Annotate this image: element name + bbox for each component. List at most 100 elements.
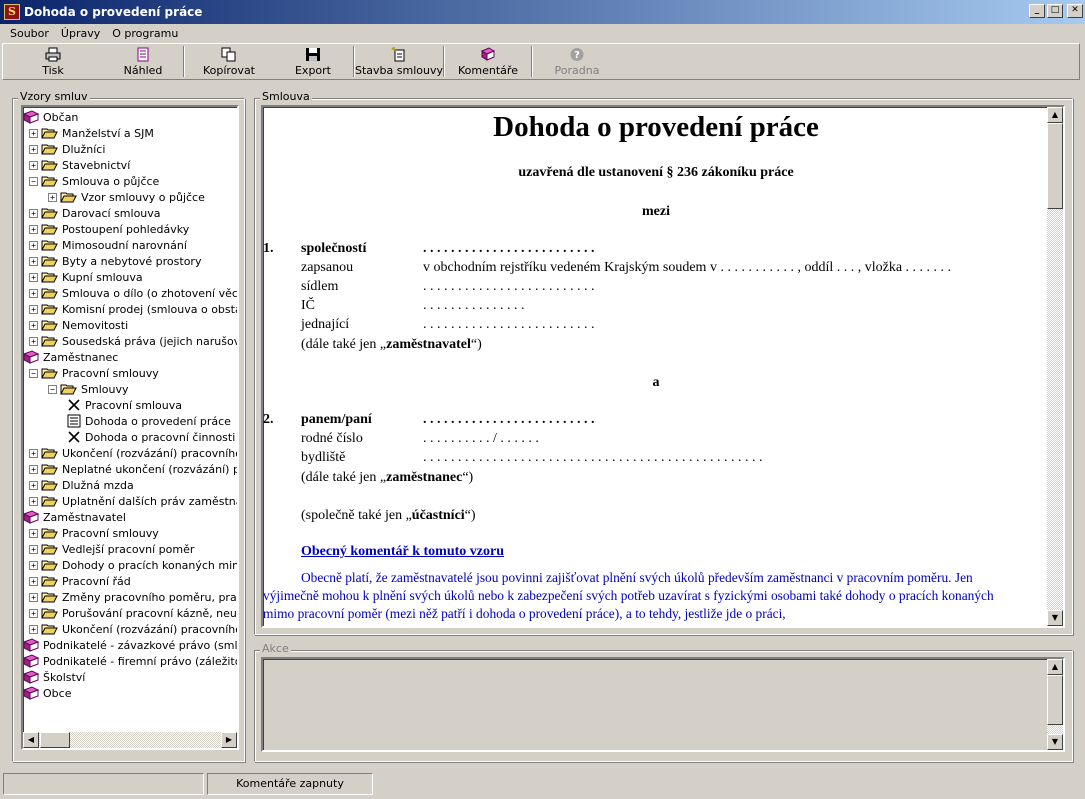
expand-icon[interactable]: + xyxy=(29,288,38,298)
collapse-icon[interactable]: − xyxy=(29,368,38,378)
advice-button[interactable]: ? Poradna xyxy=(533,44,621,79)
expand-icon[interactable]: + xyxy=(29,480,38,490)
expand-icon[interactable]: + xyxy=(29,256,38,266)
tree-node[interactable]: Obce xyxy=(23,685,71,701)
close-button[interactable]: ✕ xyxy=(1067,4,1083,18)
tree-node[interactable]: Dohoda o provedení práce xyxy=(67,413,231,429)
tree-node[interactable]: Zaměstnanec xyxy=(23,349,118,365)
actions-vertical-scrollbar[interactable]: ▲ ▼ xyxy=(1047,659,1063,750)
scroll-down-button[interactable]: ▼ xyxy=(1047,734,1063,750)
tree-node[interactable]: Podnikatelé - firemní právo (záležitosti… xyxy=(23,653,237,669)
maximize-button[interactable]: □ xyxy=(1047,4,1063,18)
tree-node[interactable]: + Pracovní řád xyxy=(29,573,131,589)
contract-document-view[interactable]: Dohoda o provedení práce uzavřená dle us… xyxy=(261,105,1065,628)
expand-icon[interactable]: + xyxy=(29,544,38,554)
preview-button[interactable]: Náhled xyxy=(103,44,183,79)
tree-node[interactable]: Školství xyxy=(23,669,85,685)
tree-node[interactable]: + Ukončení (rozvázání) pracovního po xyxy=(29,621,237,637)
comments-button[interactable]: Komentáře xyxy=(445,44,531,79)
tree-node[interactable]: Občan xyxy=(23,109,78,125)
expand-icon[interactable]: + xyxy=(29,144,38,154)
tree-node[interactable]: + Vedlejší pracovní poměr xyxy=(29,541,194,557)
minimize-button[interactable]: _ xyxy=(1029,4,1045,18)
expand-icon[interactable]: + xyxy=(29,592,38,602)
expand-icon[interactable]: + xyxy=(48,192,57,202)
expand-icon[interactable]: + xyxy=(29,208,38,218)
toolbar: Tisk Náhled Kopírovat Export Stavba smlo… xyxy=(2,43,1080,80)
expand-icon[interactable]: + xyxy=(29,576,38,586)
scroll-thumb[interactable] xyxy=(1047,675,1063,725)
tree-node[interactable]: Dohoda o pracovní činnosti xyxy=(67,429,235,445)
tree-node[interactable]: − Smlouvy xyxy=(48,381,128,397)
tree-node[interactable]: + Mimosoudní narovnání xyxy=(29,237,187,253)
scroll-up-button[interactable]: ▲ xyxy=(1047,659,1063,675)
tree-node[interactable]: + Uplatnění dalších práv zaměstnance xyxy=(29,493,237,509)
expand-icon[interactable]: + xyxy=(29,560,38,570)
scroll-thumb[interactable] xyxy=(1047,123,1063,209)
expand-icon[interactable]: + xyxy=(29,272,38,282)
menu-o-programu[interactable]: O programu xyxy=(106,27,184,40)
collapse-icon[interactable]: − xyxy=(29,176,38,186)
advice-label: Poradna xyxy=(554,63,600,77)
tree-node[interactable]: + Stavebnictví xyxy=(29,157,130,173)
templates-tree[interactable]: Občan + Manželství a SJM + Dlužníci + Stavebni… xyxy=(21,105,239,750)
scroll-left-button[interactable]: ◀ xyxy=(23,732,39,748)
tree-horizontal-scrollbar[interactable]: ◀ ▶ xyxy=(23,732,237,748)
expand-icon[interactable]: + xyxy=(29,448,38,458)
expand-icon[interactable]: + xyxy=(29,496,38,506)
tree-node[interactable]: − Smlouva o půjčce xyxy=(29,173,159,189)
document-vertical-scrollbar[interactable]: ▲ ▼ xyxy=(1047,107,1063,626)
tree-node[interactable]: + Smlouva o dílo (o zhotovení věci neb xyxy=(29,285,237,301)
tree-node[interactable]: + Nemovitosti xyxy=(29,317,128,333)
bydliste-dots: . . . . . . . . . . . . . . . . . . . . … xyxy=(423,450,763,465)
tree-node[interactable]: + Komisní prodej (smlouva o obstarání p xyxy=(29,301,237,317)
comment-link[interactable]: Obecný komentář k tomuto vzoru xyxy=(301,544,504,560)
tree-node[interactable]: + Kupní smlouva xyxy=(29,269,143,285)
tree-node[interactable]: + Změny pracovního poměru, pracovní xyxy=(29,589,237,605)
menu-soubor[interactable]: Soubor xyxy=(4,27,55,40)
expand-icon[interactable]: + xyxy=(29,224,38,234)
tree-node[interactable]: + Darovací smlouva xyxy=(29,205,161,221)
tree-node[interactable]: + Dohody o pracích konaných mimo pr xyxy=(29,557,237,573)
copy-button[interactable]: Kopírovat xyxy=(185,44,273,79)
scroll-right-button[interactable]: ▶ xyxy=(221,732,237,748)
tree-node[interactable]: + Byty a nebytové prostory xyxy=(29,253,201,269)
scroll-down-button[interactable]: ▼ xyxy=(1047,610,1063,626)
tree-node[interactable]: Podnikatelé - závazkové právo (smlouvy xyxy=(23,637,237,653)
tree-node[interactable]: + Porušování pracovní kázně, neuspol xyxy=(29,605,237,621)
actions-view[interactable]: ▲ ▼ xyxy=(261,657,1065,752)
tree-node[interactable]: + Vzor smlouvy o půjčce xyxy=(48,189,205,205)
print-button[interactable]: Tisk xyxy=(3,44,103,79)
folder-open-icon xyxy=(60,384,77,394)
tree-node[interactable]: − Pracovní smlouvy xyxy=(29,365,159,381)
tree-node[interactable]: + Sousedská práva (jejich narušování) xyxy=(29,333,237,349)
tree-node[interactable]: + Neplatné ukončení (rozvázání) pracc xyxy=(29,461,237,477)
tree-node[interactable]: + Dlužná mzda xyxy=(29,477,134,493)
expand-icon[interactable]: + xyxy=(29,320,38,330)
expand-icon[interactable]: + xyxy=(29,624,38,634)
expand-icon[interactable]: + xyxy=(29,528,38,538)
expand-icon[interactable]: + xyxy=(29,240,38,250)
menu-upravy[interactable]: Úpravy xyxy=(55,27,106,40)
comments-label: Komentáře xyxy=(458,63,518,77)
export-button[interactable]: Export xyxy=(273,44,353,79)
tree-node[interactable]: + Dlužníci xyxy=(29,141,105,157)
expand-icon[interactable]: + xyxy=(29,304,38,314)
tree-node-label: Pracovní smlouvy xyxy=(62,366,159,380)
expand-icon[interactable]: + xyxy=(29,608,38,618)
tree-node[interactable]: + Postoupení pohledávky xyxy=(29,221,189,237)
expand-icon[interactable]: + xyxy=(29,128,38,138)
tree-node[interactable]: Zaměstnavatel xyxy=(23,509,126,525)
tree-node[interactable]: Pracovní smlouva xyxy=(67,397,182,413)
build-contract-button[interactable]: Stavba smlouvy xyxy=(355,44,443,79)
tree-node[interactable]: + Pracovní smlouvy xyxy=(29,525,159,541)
tree-node[interactable]: + Manželství a SJM xyxy=(29,125,154,141)
scroll-thumb[interactable] xyxy=(40,732,70,748)
tree-node[interactable]: + Ukončení (rozvázání) pracovního po xyxy=(29,445,237,461)
scroll-up-button[interactable]: ▲ xyxy=(1047,107,1063,123)
help-icon: ? xyxy=(569,47,585,62)
expand-icon[interactable]: + xyxy=(29,464,38,474)
expand-icon[interactable]: + xyxy=(29,336,38,346)
expand-icon[interactable]: + xyxy=(29,160,38,170)
collapse-icon[interactable]: − xyxy=(48,384,57,394)
